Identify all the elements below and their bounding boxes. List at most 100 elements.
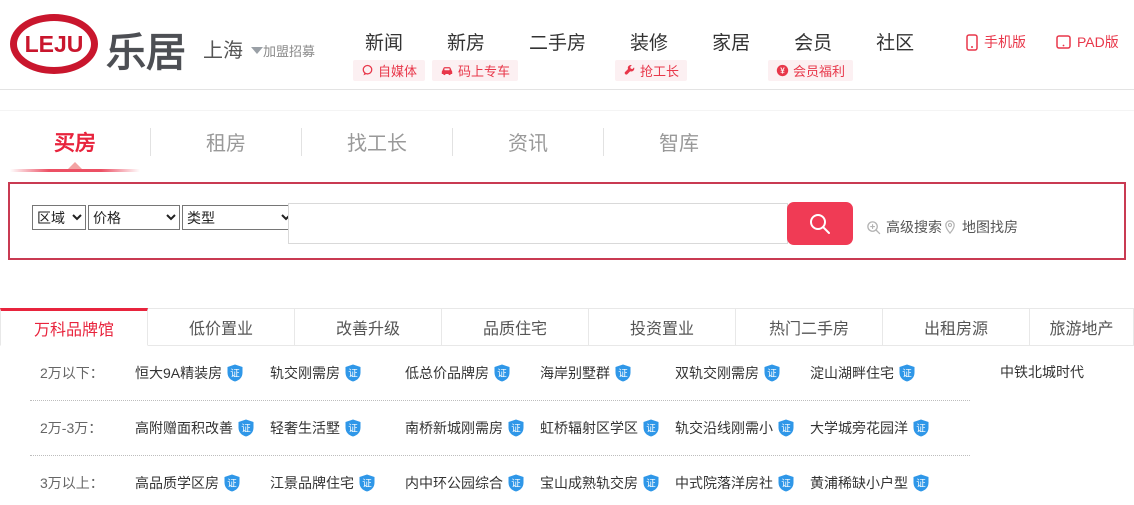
svg-text:证: 证 <box>362 479 372 490</box>
svg-text:证: 证 <box>618 369 628 380</box>
row-label: 2万以下： <box>40 363 135 383</box>
listing-link[interactable]: 双轨交刚需房证 <box>675 363 810 383</box>
active-tab-underline <box>10 169 140 172</box>
listing-link[interactable]: 恒大9A精装房证 <box>135 363 270 383</box>
pad-version-label: PAD版 <box>1077 32 1119 52</box>
row-label: 3万以上： <box>40 473 135 493</box>
listing-name: 高品质学区房 <box>135 473 219 493</box>
tablet-icon <box>1056 34 1071 50</box>
listing-link[interactable]: 轨交刚需房证 <box>270 363 405 383</box>
map-search-link[interactable]: 地图找房 <box>943 217 1018 237</box>
listing-name: 虹桥辐射区学区 <box>540 418 638 438</box>
listing-name: 淀山湖畔住宅 <box>810 363 894 383</box>
listing-name: 大学城旁花园洋 <box>810 418 908 438</box>
self-media-badge[interactable]: 自媒体 <box>353 60 425 81</box>
category-tab-low-price[interactable]: 低价置业 <box>148 308 295 346</box>
listing-link[interactable]: 黄浦稀缺小户型证 <box>810 473 945 493</box>
listing-link[interactable]: 大学城旁花园洋证 <box>810 418 945 438</box>
nav-item-resale[interactable]: 二手房 <box>529 28 586 55</box>
foreman-badge[interactable]: 抢工长 <box>615 60 687 81</box>
self-media-label: 自媒体 <box>378 61 417 80</box>
listing-name: 低总价品牌房 <box>405 363 489 383</box>
listing-link[interactable]: 高品质学区房证 <box>135 473 270 493</box>
listing-link[interactable]: 海岸别墅群证 <box>540 363 675 383</box>
active-tab-caret-icon <box>68 162 82 169</box>
tab-info-label: 资讯 <box>508 127 548 156</box>
nav-item-membership[interactable]: 会员 <box>794 28 832 55</box>
listing-link[interactable]: 南桥新城刚需房证 <box>405 418 540 438</box>
search-panel: 区域 价格 类型 高级搜索 地图找房 <box>8 182 1126 260</box>
chat-bubble-icon <box>361 64 374 77</box>
advanced-search-icon <box>866 220 881 235</box>
leju-logo-text: LEJU <box>25 31 84 58</box>
join-recruit-link[interactable]: 加盟招募 <box>263 41 315 60</box>
certificate-shield-icon: 证 <box>507 419 525 437</box>
member-benefits-badge[interactable]: ¥ 会员福利 <box>768 60 853 81</box>
certificate-shield-icon: 证 <box>642 474 660 492</box>
category-tabs: 万科品牌馆 低价置业 改善升级 品质住宅 投资置业 热门二手房 出租房源 旅游地… <box>0 308 1134 346</box>
category-tab-quality[interactable]: 品质住宅 <box>442 308 589 346</box>
tab-think-tank[interactable]: 智库 <box>604 111 754 172</box>
category-tab-vanke[interactable]: 万科品牌馆 <box>0 308 148 346</box>
listing-link[interactable]: 江景品牌住宅证 <box>270 473 405 493</box>
certificate-shield-icon: 证 <box>226 364 244 382</box>
nav-item-news[interactable]: 新闻 <box>365 28 403 55</box>
tab-info[interactable]: 资讯 <box>453 111 603 172</box>
certificate-shield-icon: 证 <box>344 364 362 382</box>
main-nav: 新闻 新房 二手房 装修 家居 会员 社区 <box>365 28 914 55</box>
tab-find-foreman[interactable]: 找工长 <box>302 111 452 172</box>
listing-link[interactable]: 轻奢生活墅证 <box>270 418 405 438</box>
nav-item-community[interactable]: 社区 <box>876 28 914 55</box>
car-service-badge[interactable]: 码上专车 <box>432 60 518 81</box>
coin-icon: ¥ <box>776 64 789 77</box>
tab-find-foreman-label: 找工长 <box>347 127 407 156</box>
leju-logo[interactable]: LEJU <box>10 14 98 74</box>
listing-row-under-20k: 2万以下： 恒大9A精装房证 轨交刚需房证 低总价品牌房证 海岸别墅群证 双轨交… <box>0 346 1134 400</box>
listing-name: 黄浦稀缺小户型 <box>810 473 908 493</box>
category-tab-hot-resale[interactable]: 热门二手房 <box>736 308 883 346</box>
certificate-shield-icon: 证 <box>898 364 916 382</box>
svg-text:证: 证 <box>511 424 521 435</box>
listing-row-20k-30k: 2万-3万： 高附赠面积改善证 轻奢生活墅证 南桥新城刚需房证 虹桥辐射区学区证… <box>0 401 1134 455</box>
price-select[interactable]: 价格 <box>88 205 180 230</box>
listing-link[interactable]: 低总价品牌房证 <box>405 363 540 383</box>
listing-link[interactable]: 宝山成熟轨交房证 <box>540 473 675 493</box>
category-tab-rental[interactable]: 出租房源 <box>883 308 1030 346</box>
side-listing-link[interactable]: 中铁北城时代 <box>1000 362 1084 382</box>
listing-link[interactable]: 内中环公园综合证 <box>405 473 540 493</box>
svg-text:证: 证 <box>767 369 777 380</box>
tab-rent[interactable]: 租房 <box>151 111 301 172</box>
row-label: 2万-3万： <box>40 418 135 438</box>
city-selector[interactable]: 上海 <box>203 34 263 63</box>
advanced-search-link[interactable]: 高级搜索 <box>866 217 942 237</box>
certificate-shield-icon: 证 <box>777 474 795 492</box>
nav-item-renovation[interactable]: 装修 <box>630 28 668 55</box>
category-tab-tourism[interactable]: 旅游地产 <box>1030 308 1134 346</box>
svg-text:证: 证 <box>227 479 237 490</box>
listing-link[interactable]: 淀山湖畔住宅证 <box>810 363 945 383</box>
type-select[interactable]: 类型 <box>182 205 295 230</box>
district-select[interactable]: 区域 <box>32 205 86 230</box>
category-tab-upgrade[interactable]: 改善升级 <box>295 308 442 346</box>
svg-text:证: 证 <box>511 479 521 490</box>
svg-text:证: 证 <box>646 479 656 490</box>
listing-name: 轨交刚需房 <box>270 363 340 383</box>
svg-text:证: 证 <box>348 369 358 380</box>
search-input[interactable] <box>288 203 788 244</box>
header: LEJU 乐居 上海 加盟招募 新闻 新房 二手房 装修 家居 会员 社区 手机… <box>0 0 1134 90</box>
listing-link[interactable]: 轨交沿线刚需小证 <box>675 418 810 438</box>
listing-link[interactable]: 虹桥辐射区学区证 <box>540 418 675 438</box>
search-button[interactable] <box>787 202 853 245</box>
phone-icon <box>966 34 978 51</box>
tab-buy-home[interactable]: 买房 <box>0 111 150 172</box>
category-tab-investment[interactable]: 投资置业 <box>589 308 736 346</box>
mobile-version-link[interactable]: 手机版 <box>966 32 1026 52</box>
listing-link[interactable]: 高附赠面积改善证 <box>135 418 270 438</box>
pad-version-link[interactable]: PAD版 <box>1056 32 1119 52</box>
nav-item-home-furnishing[interactable]: 家居 <box>712 28 750 55</box>
svg-text:证: 证 <box>781 479 791 490</box>
listing-name: 轨交沿线刚需小 <box>675 418 773 438</box>
nav-item-new-homes[interactable]: 新房 <box>447 28 485 55</box>
search-icon <box>807 211 833 237</box>
listing-link[interactable]: 中式院落洋房社证 <box>675 473 810 493</box>
